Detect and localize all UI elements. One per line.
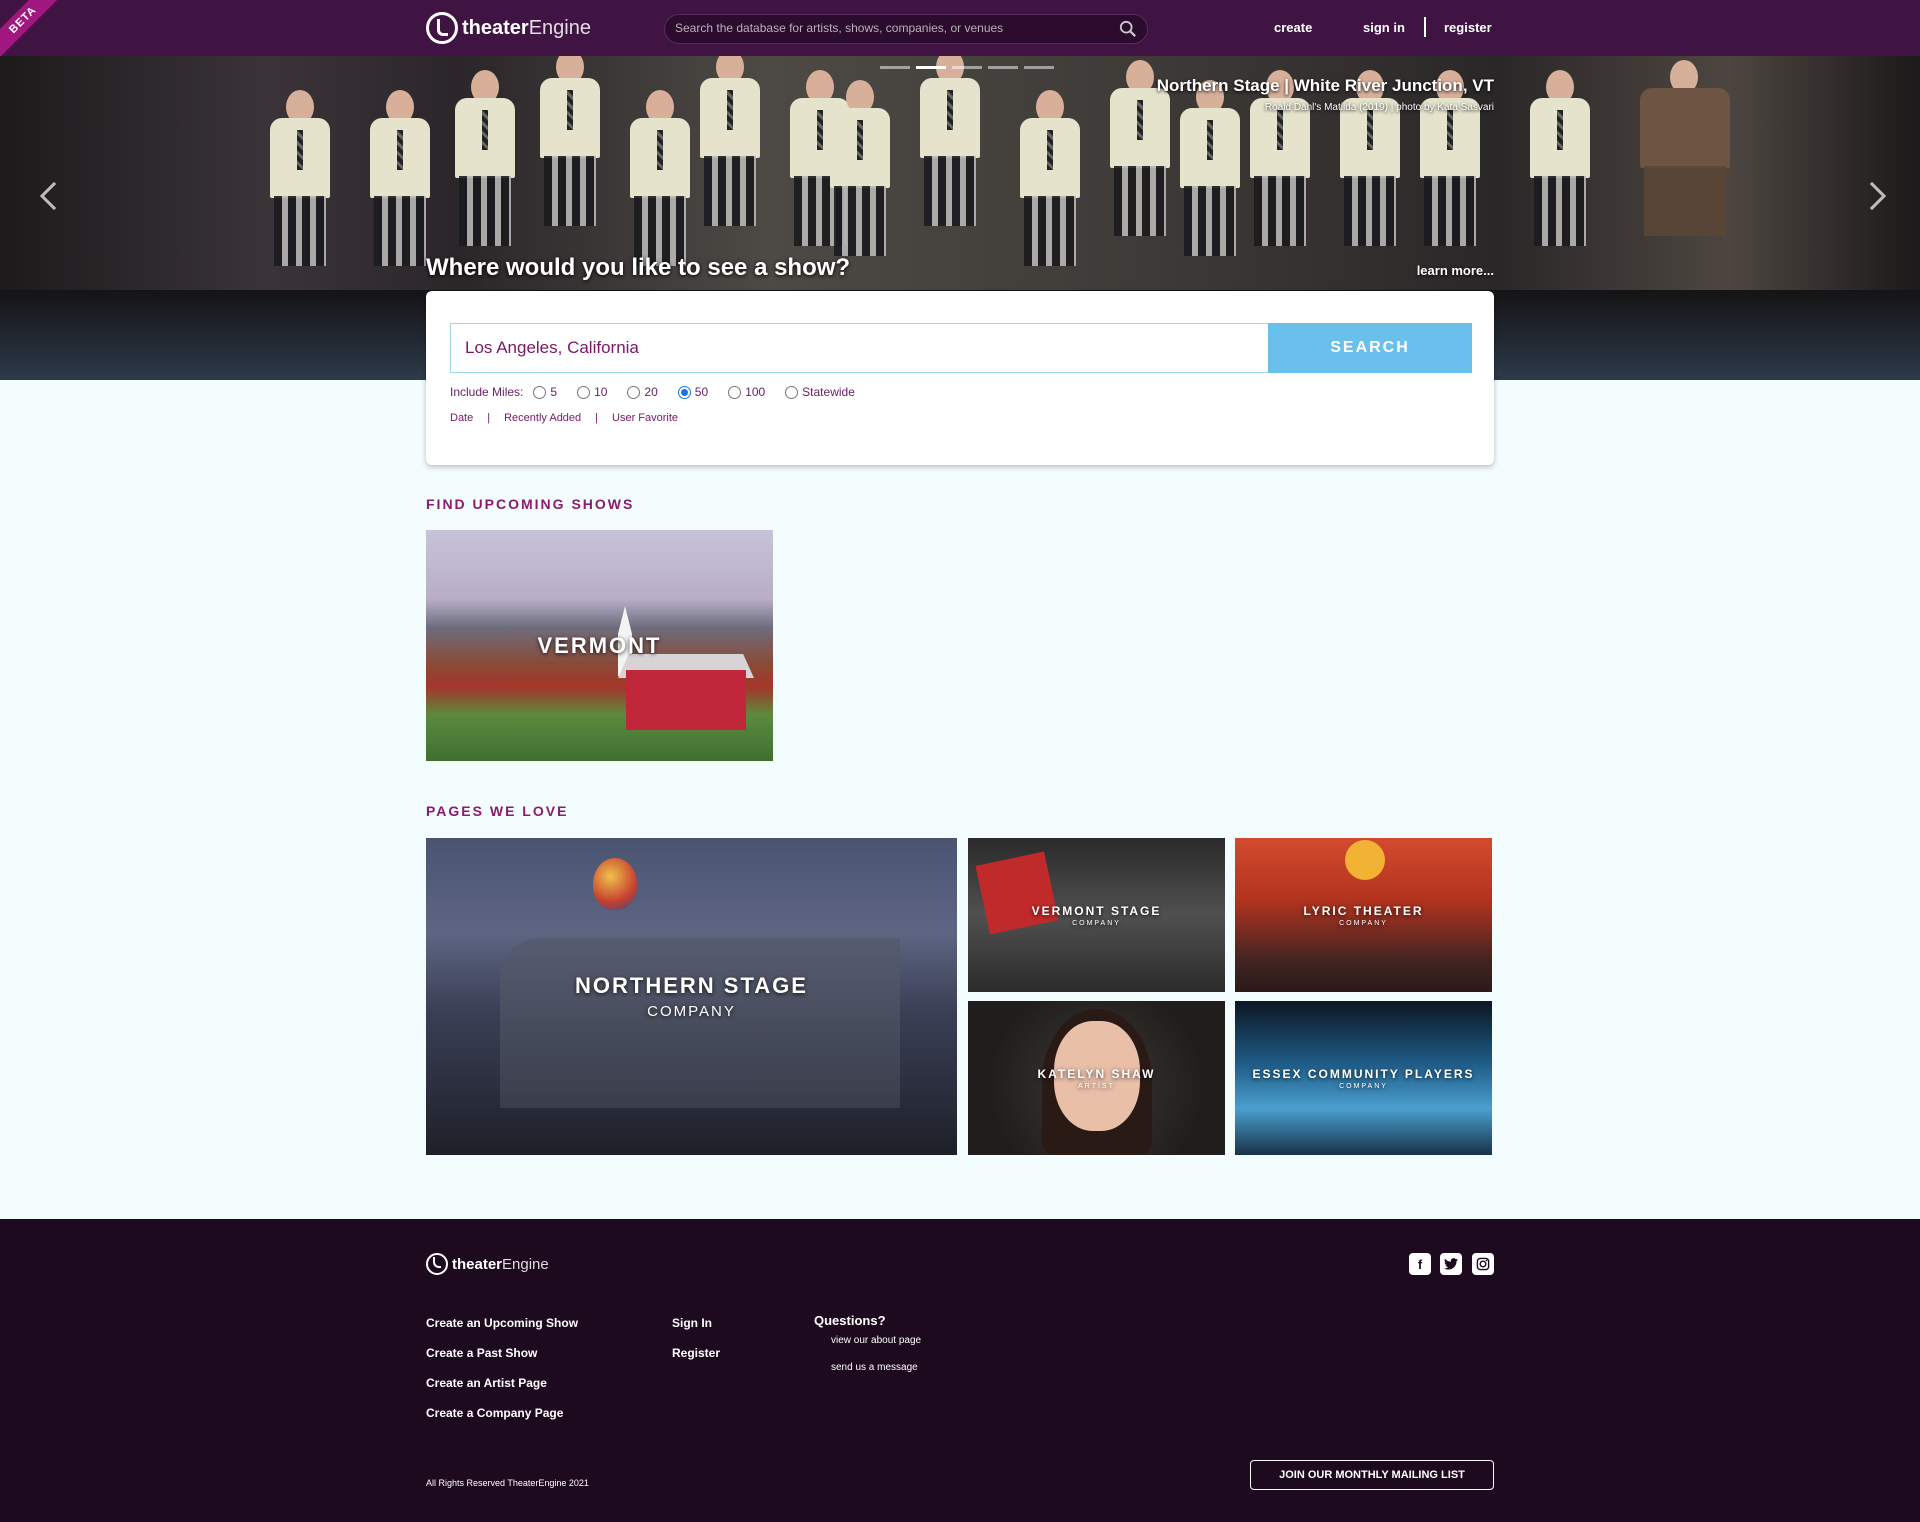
beta-ribbon: BETA [0,0,62,59]
nav-divider [1424,17,1426,37]
radio-icon [785,385,799,399]
learn-more-link[interactable]: learn more... [1417,263,1494,278]
tile-title: VERMONT STAGE [1031,903,1162,918]
radio-selected-icon [677,385,691,399]
page-tile-lyric-theater[interactable]: LYRIC THEATER COMPANY [1235,838,1492,992]
site-logo[interactable]: theaterEngine [426,12,591,44]
footer-signin-link[interactable]: Sign In [672,1308,720,1338]
page-tile-katelyn-shaw[interactable]: KATELYN SHAW ARTIST [968,1001,1225,1155]
carousel-dot-active[interactable] [916,66,946,69]
top-navbar: BETA theaterEngine create sign in regist… [0,0,1920,59]
radio-icon [728,385,742,399]
global-search-input[interactable] [675,21,1105,35]
search-icon[interactable] [1119,20,1137,38]
twitter-icon[interactable] [1440,1253,1462,1275]
vermont-stage-logo [975,851,1059,935]
logo-icon [426,12,458,44]
tile-type: COMPANY [1072,919,1121,927]
create-company-page-link[interactable]: Create a Company Page [426,1398,578,1428]
chevron-left-icon[interactable] [39,181,69,211]
tile-type: ARTIST [1078,1082,1115,1090]
footer-register-link[interactable]: Register [672,1338,720,1368]
location-search-card: SEARCH Include Miles: 5 10 20 50 100 Sta… [426,291,1494,465]
nav-register-link[interactable]: register [1444,20,1492,35]
tile-type: COMPANY [1339,1082,1388,1090]
instagram-icon[interactable] [1472,1253,1494,1275]
create-artist-page-link[interactable]: Create an Artist Page [426,1368,578,1398]
footer-logo[interactable]: theaterEngine [426,1253,549,1275]
logo-text-bold: theater [452,1255,503,1273]
logo-text-bold: theater [462,16,529,39]
miles-label: Include Miles: [450,385,524,399]
sort-user-favorite-link[interactable]: User Favorite [612,412,678,424]
nav-signin-link[interactable]: sign in [1363,20,1405,35]
about-page-link[interactable]: view our about page [831,1335,921,1346]
pages-we-love-heading: PAGES WE LOVE [426,803,569,819]
hero-photo-credit: Roald Dahl's Matilda (2019) | photo by K… [1264,102,1494,113]
sort-recently-added-link[interactable]: Recently Added [504,412,581,424]
carousel-dot[interactable] [880,66,910,69]
balloon-image [593,858,637,910]
tile-title: VERMONT [537,632,662,658]
footer-account-links: Sign In Register [672,1308,720,1368]
miles-option-50[interactable]: 50 [677,385,708,399]
create-upcoming-show-link[interactable]: Create an Upcoming Show [426,1308,578,1338]
tile-title: KATELYN SHAW [1037,1066,1156,1081]
carousel-indicators [880,66,1054,69]
miles-radius-group: Include Miles: 5 10 20 50 100 Statewide [450,385,875,399]
carousel-dot[interactable] [988,66,1018,69]
page-tile-northern-stage[interactable]: NORTHERN STAGE COMPANY [426,838,957,1155]
hero-headline: Where would you like to see a show? [426,254,851,281]
carousel-dot[interactable] [952,66,982,69]
hero-location: Northern Stage | White River Junction, V… [1156,76,1494,95]
tile-title: NORTHERN STAGE [575,973,808,998]
miles-option-100[interactable]: 100 [728,385,765,399]
miles-option-20[interactable]: 20 [627,385,658,399]
page-tile-essex-community-players[interactable]: ESSEX COMMUNITY PLAYERS COMPANY [1235,1001,1492,1155]
page-tile-vermont-stage[interactable]: VERMONT STAGE COMPANY [968,838,1225,992]
logo-icon [426,1253,448,1275]
logo-text-light: Engine [528,16,591,39]
facebook-icon[interactable]: f [1409,1253,1431,1275]
send-message-link[interactable]: send us a message [831,1362,918,1373]
radio-icon [627,385,641,399]
sort-separator: | [487,412,491,424]
footer-create-links: Create an Upcoming Show Create a Past Sh… [426,1308,578,1428]
nav-create-link[interactable]: create [1274,20,1312,35]
logo-text-light: Engine [502,1255,549,1273]
mailing-list-button[interactable]: JOIN OUR MONTHLY MAILING LIST [1250,1460,1494,1490]
create-past-show-link[interactable]: Create a Past Show [426,1338,578,1368]
site-footer: theaterEngine Create an Upcoming Show Cr… [0,1219,1920,1522]
miles-option-5[interactable]: 5 [533,385,557,399]
radio-icon [533,385,547,399]
global-search-bar [664,14,1148,44]
chevron-right-icon[interactable] [1857,181,1887,211]
upcoming-shows-heading: FIND UPCOMING SHOWS [426,496,635,512]
radio-icon [577,385,591,399]
search-button[interactable]: SEARCH [1268,323,1472,373]
questions-heading: Questions? [814,1313,886,1328]
sort-date-link[interactable]: Date [450,412,473,424]
copyright-text: All Rights Reserved TheaterEngine 2021 [426,1478,589,1488]
carousel-dot[interactable] [1024,66,1054,69]
tile-type: COMPANY [647,1003,736,1020]
state-tile-vermont[interactable]: VERMONT [426,530,773,761]
tile-title: LYRIC THEATER [1303,903,1424,918]
tile-title: ESSEX COMMUNITY PLAYERS [1252,1066,1475,1081]
hero-caption: Northern Stage | White River Junction, V… [1157,76,1494,113]
sort-options: Date | Recently Added | User Favorite [450,412,678,424]
location-input[interactable] [450,323,1268,373]
sort-separator: | [595,412,599,424]
tile-type: COMPANY [1339,919,1388,927]
miles-option-statewide[interactable]: Statewide [785,385,855,399]
miles-option-10[interactable]: 10 [577,385,607,399]
